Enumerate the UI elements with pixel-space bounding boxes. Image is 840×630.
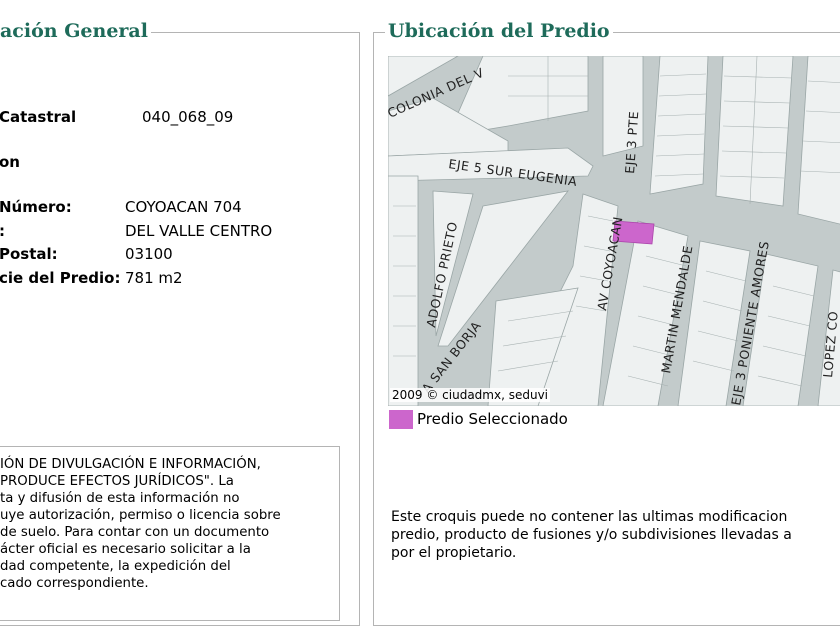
- map-copyright: 2009 © ciudadmx, seduvi: [390, 388, 551, 402]
- row-value: 03100: [125, 245, 173, 263]
- row-value: DEL VALLE CENTRO: [125, 222, 273, 240]
- row-value: COYOACAN 704: [125, 198, 242, 216]
- legal-notice-line: IÓN DE DIVULGACIÓN E INFORMACIÓN,: [0, 457, 261, 472]
- row-label: cie del Predio:: [0, 269, 121, 287]
- cuenta-catastral-label: Catastral: [0, 108, 77, 126]
- legal-notice-line: uye autorización, permiso o licencia sob…: [0, 508, 281, 523]
- location-panel-title: Ubicación del Predio: [385, 20, 613, 42]
- location-map[interactable]: COLONIA DEL V EJE 5 SUR EUGENIA EJE 3 PT…: [388, 56, 840, 406]
- section-heading: on: [0, 153, 20, 171]
- row-label: :: [0, 222, 5, 240]
- row-value: 781 m2: [125, 269, 183, 287]
- croquis-disclaimer-line: Este croquis puede no contener las ultim…: [391, 509, 788, 525]
- legal-notice-line: cado correspondiente.: [0, 576, 149, 591]
- row-label: Postal:: [0, 245, 58, 263]
- map-canvas: COLONIA DEL V EJE 5 SUR EUGENIA EJE 3 PT…: [388, 56, 840, 406]
- croquis-disclaimer-line: predio, producto de fusiones y/o subdivi…: [391, 527, 792, 543]
- legal-notice-line: dad competente, la expedición del: [0, 559, 231, 574]
- general-info-title: ación General: [0, 20, 151, 42]
- legal-notice-line: ácter oficial es necesario solicitar a l…: [0, 542, 251, 557]
- cuenta-catastral-value: 040_068_09: [142, 108, 234, 126]
- legal-notice-line: PRODUCE EFECTOS JURÍDICOS". La: [0, 474, 234, 489]
- selected-lot-swatch: [389, 410, 413, 429]
- selected-lot-legend: Predio Seleccionado: [417, 410, 568, 428]
- croquis-disclaimer-line: por el propietario.: [391, 545, 517, 561]
- legal-notice-line: ta y difusión de esta información no: [0, 491, 240, 506]
- legal-notice-line: de suelo. Para contar con un documento: [0, 525, 270, 540]
- row-label: Número:: [0, 198, 72, 216]
